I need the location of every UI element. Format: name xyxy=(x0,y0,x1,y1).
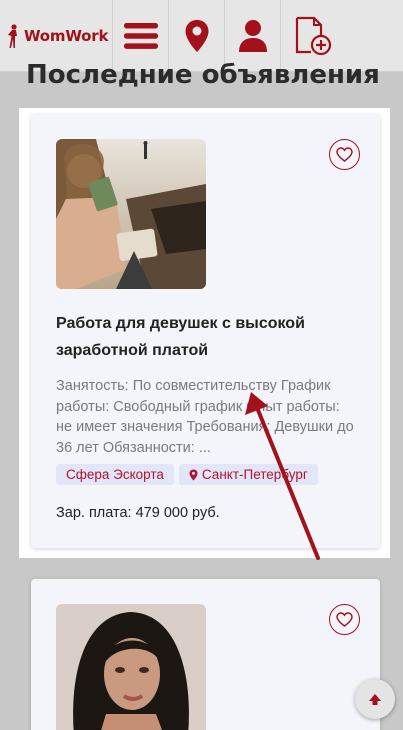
city-tag-label: Санкт-Петербург xyxy=(201,467,308,482)
arrow-up-icon xyxy=(369,694,381,705)
scroll-to-top-button[interactable] xyxy=(355,679,395,719)
favorite-button[interactable] xyxy=(329,139,360,170)
listing-photo-image xyxy=(56,139,206,289)
listing-card[interactable] xyxy=(31,579,380,730)
listing-description: Занятость: По совместительству График ра… xyxy=(56,378,354,456)
category-tag-label: Сфера Эскорта xyxy=(66,467,164,482)
location-pin-icon xyxy=(185,19,208,52)
city-tag[interactable]: Санкт-Петербург xyxy=(178,464,318,485)
hamburger-menu-icon xyxy=(123,22,158,49)
listing-photo[interactable] xyxy=(56,604,206,730)
user-icon xyxy=(238,19,267,52)
listing-salary: Зар. плата: 479 000 руб. xyxy=(56,505,220,521)
heart-icon xyxy=(336,147,353,162)
add-document-icon xyxy=(295,16,332,55)
page-title: Последние объявления xyxy=(26,60,380,90)
logo-figure-icon xyxy=(8,23,17,48)
listing-title[interactable]: Работа для девушек с высокой заработной … xyxy=(56,310,356,364)
category-tag[interactable]: Сфера Эскорта xyxy=(56,464,174,485)
listing-card[interactable]: Работа для девушек с высокой заработной … xyxy=(31,114,380,548)
listing-photo[interactable] xyxy=(56,139,206,289)
favorite-button[interactable] xyxy=(329,604,360,635)
logo-text: WomWork xyxy=(24,26,109,45)
listing-tags: Сфера Эскорта Санкт-Петербург xyxy=(56,464,318,485)
listing-photo-image xyxy=(56,604,206,730)
heart-icon xyxy=(336,612,353,627)
location-pin-icon xyxy=(189,469,198,480)
listing-highlight-frame: Работа для девушек с высокой заработной … xyxy=(19,108,390,558)
